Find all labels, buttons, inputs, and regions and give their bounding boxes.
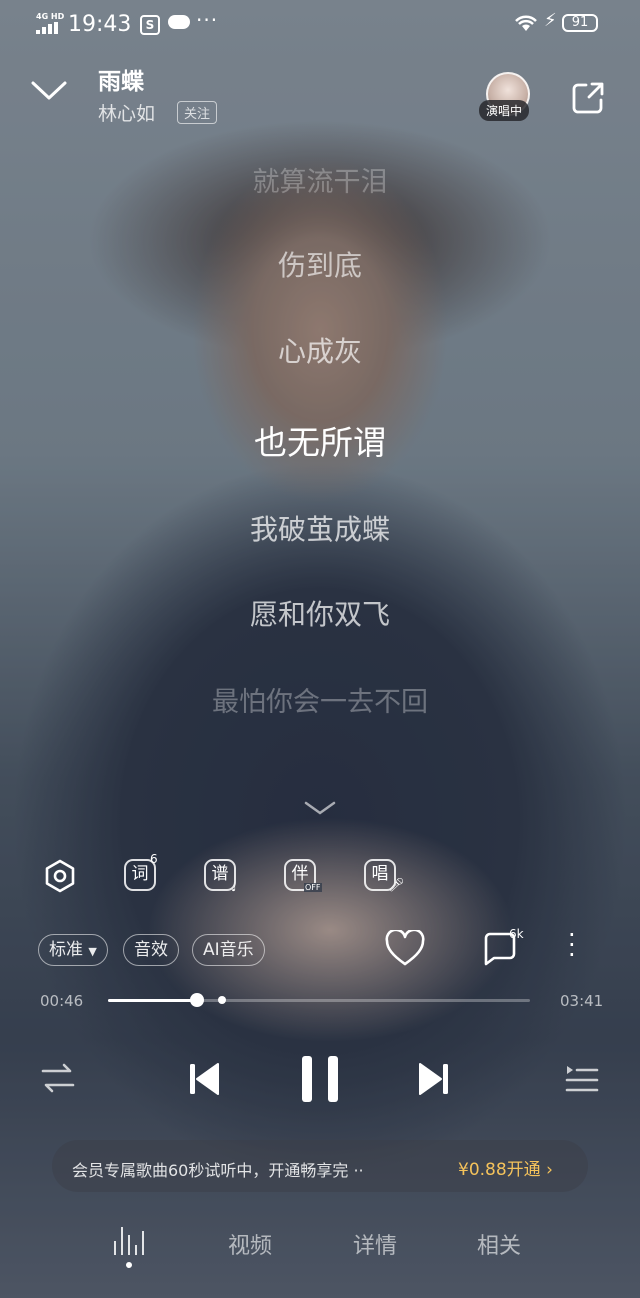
share-icon[interactable] — [570, 80, 606, 116]
vip-banner-text: 会员专属歌曲60秒试听中，开通畅享完 ·· — [72, 1161, 364, 1180]
vip-open-button[interactable]: ¥0.88开通 › — [458, 1155, 553, 1180]
app-notification-icon: S — [140, 15, 160, 35]
current-lyric-line[interactable]: 也无所谓 — [0, 416, 640, 464]
progress-fill — [108, 999, 197, 1002]
tab-related[interactable]: 相关 — [477, 1228, 521, 1260]
network-type: 4G HD — [36, 12, 65, 21]
tab-video[interactable]: 视频 — [228, 1228, 272, 1260]
accompany-tool-button[interactable]: 伴 OFF — [282, 856, 322, 896]
quality-dropdown[interactable]: 标准 ▼ — [38, 934, 108, 966]
more-vertical-icon[interactable]: · · · — [568, 923, 576, 967]
ai-music-button[interactable]: AI音乐 — [192, 934, 265, 966]
chevron-right-icon: › — [546, 1160, 553, 1180]
lyric-line[interactable]: 最怕你会一去不回 — [0, 680, 640, 719]
more-notifications-icon: ··· — [196, 8, 219, 32]
equalizer-icon[interactable] — [114, 1225, 144, 1255]
lyric-line[interactable]: 伤到底 — [0, 244, 640, 284]
battery-level: 91 — [571, 15, 589, 30]
previous-icon[interactable] — [186, 1060, 222, 1098]
heart-icon[interactable] — [384, 930, 426, 968]
vip-price-label: ¥0.88开通 — [458, 1160, 541, 1180]
song-title: 雨蝶 — [98, 69, 144, 95]
active-tab-indicator — [126, 1262, 132, 1268]
progress-slider[interactable] — [108, 993, 530, 1007]
settings-hex-icon[interactable] — [42, 858, 78, 894]
sound-effects-button[interactable]: 音效 — [123, 934, 179, 966]
wifi-icon — [515, 15, 537, 31]
artist-name[interactable]: 林心如 — [98, 99, 155, 126]
repeat-icon[interactable] — [40, 1062, 76, 1094]
pause-icon[interactable] — [296, 1052, 344, 1106]
signal-icon — [36, 22, 58, 34]
comment-count: 6k — [509, 927, 524, 941]
tab-details[interactable]: 详情 — [353, 1228, 397, 1260]
next-icon[interactable] — [416, 1060, 452, 1098]
playlist-icon[interactable] — [564, 1062, 600, 1094]
live-badge[interactable]: 演唱中 — [479, 100, 530, 121]
lyric-line[interactable]: 我破茧成蝶 — [0, 508, 640, 548]
lyric-tool-button[interactable]: 词 6 — [122, 852, 162, 896]
music-note-icon: ♩ — [231, 880, 237, 894]
battery-icon: 91 — [562, 14, 598, 32]
status-bar: 4G HD 19:43 S ··· ⚡ 91 — [0, 0, 640, 48]
microphone-icon: 🎤︎ — [388, 878, 405, 893]
score-tool-button[interactable]: 谱 ♩ — [202, 856, 242, 896]
charging-icon: ⚡ — [544, 10, 557, 31]
lyric-tool-badge: 6 — [150, 852, 158, 866]
lyric-line[interactable]: 心成灰 — [0, 330, 640, 370]
lyric-line[interactable]: 就算流干泪 — [0, 160, 640, 199]
lyrics-collapse-icon[interactable] — [303, 800, 337, 816]
accompany-state: OFF — [304, 883, 322, 892]
follow-button[interactable]: 关注 — [177, 101, 218, 124]
cloud-icon — [168, 15, 190, 29]
total-time: 03:41 — [560, 992, 604, 1010]
chevron-down-icon[interactable] — [30, 80, 68, 102]
progress-knob[interactable] — [189, 993, 204, 1007]
sing-tool-button[interactable]: 唱 🎤︎ — [362, 856, 405, 896]
quality-label: 标准 — [49, 940, 83, 960]
trial-end-marker — [217, 996, 226, 1004]
caret-down-icon: ▼ — [88, 945, 97, 958]
lyric-line[interactable]: 愿和你双飞 — [0, 593, 640, 633]
current-time: 00:46 — [40, 992, 84, 1010]
status-time: 19:43 — [68, 12, 132, 37]
